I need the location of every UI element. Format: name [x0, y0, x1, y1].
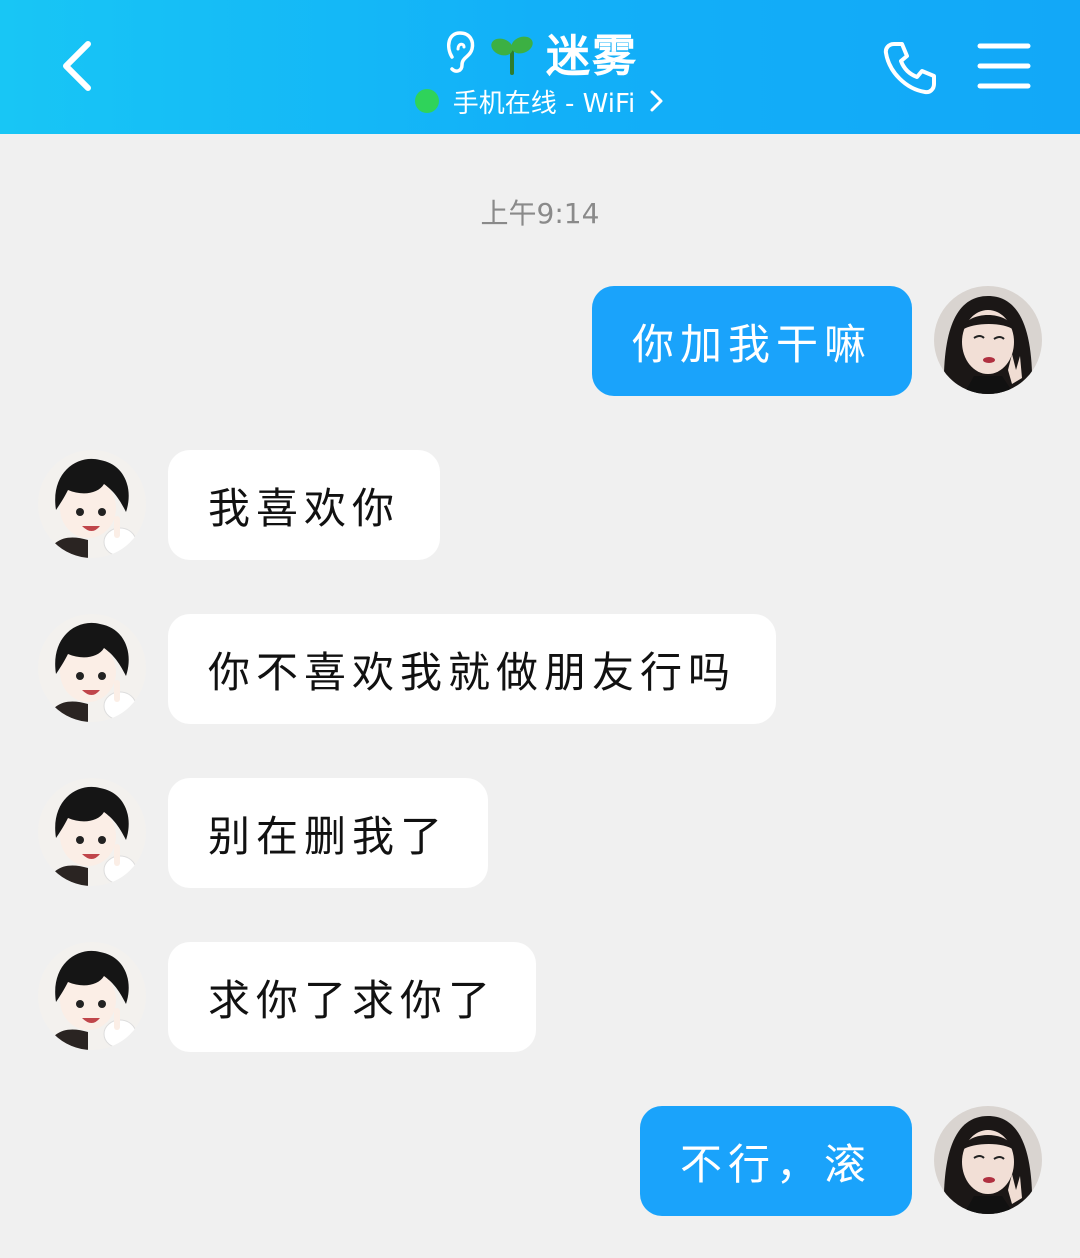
girl-avatar-image [934, 286, 1042, 394]
chevron-right-icon [650, 90, 663, 112]
message-row: 你不喜欢我就做朋友行吗 [0, 614, 1080, 724]
incoming-message-bubble[interactable]: 你不喜欢我就做朋友行吗 [168, 614, 777, 724]
contact-avatar[interactable] [38, 614, 146, 722]
anime-boy-avatar-image [38, 778, 146, 886]
contact-avatar[interactable] [38, 942, 146, 1050]
incoming-message-bubble[interactable]: 别在删我了 [168, 778, 489, 888]
ear-icon [446, 31, 475, 73]
online-status-text: 手机在线 - WiFi [452, 88, 636, 119]
message-row: 我喜欢你 [0, 450, 1080, 560]
message-timestamp: 上午9:14 [480, 197, 600, 230]
contact-avatar[interactable] [38, 778, 146, 886]
girl-avatar-image [934, 1106, 1042, 1214]
incoming-message-bubble[interactable]: 我喜欢你 [168, 450, 441, 560]
anime-boy-avatar-image [38, 450, 146, 558]
anime-boy-avatar-image [38, 942, 146, 1050]
my-avatar[interactable] [934, 1106, 1042, 1214]
message-row: 求你了求你了 [0, 942, 1080, 1052]
chat-header: 迷雾 手机在线 - WiFi [0, 0, 1080, 134]
my-avatar[interactable] [934, 286, 1042, 394]
message-row: 你加我干嘛 [0, 286, 1080, 396]
contact-avatar[interactable] [38, 450, 146, 558]
contact-name: 迷雾 [546, 31, 638, 82]
incoming-message-bubble[interactable]: 求你了求你了 [168, 942, 537, 1052]
anime-boy-avatar-image [38, 614, 146, 722]
menu-icon [977, 43, 1031, 89]
voice-call-button[interactable] [880, 38, 940, 98]
message-row: 别在删我了 [0, 778, 1080, 888]
phone-icon [883, 42, 936, 95]
sprout-icon [491, 36, 533, 75]
outgoing-message-bubble[interactable]: 你加我干嘛 [591, 286, 912, 396]
chat-menu-button[interactable] [976, 40, 1032, 92]
online-status-dot [414, 89, 439, 113]
message-row: 不行，滚 [0, 1106, 1080, 1216]
outgoing-message-bubble[interactable]: 不行，滚 [639, 1106, 912, 1216]
